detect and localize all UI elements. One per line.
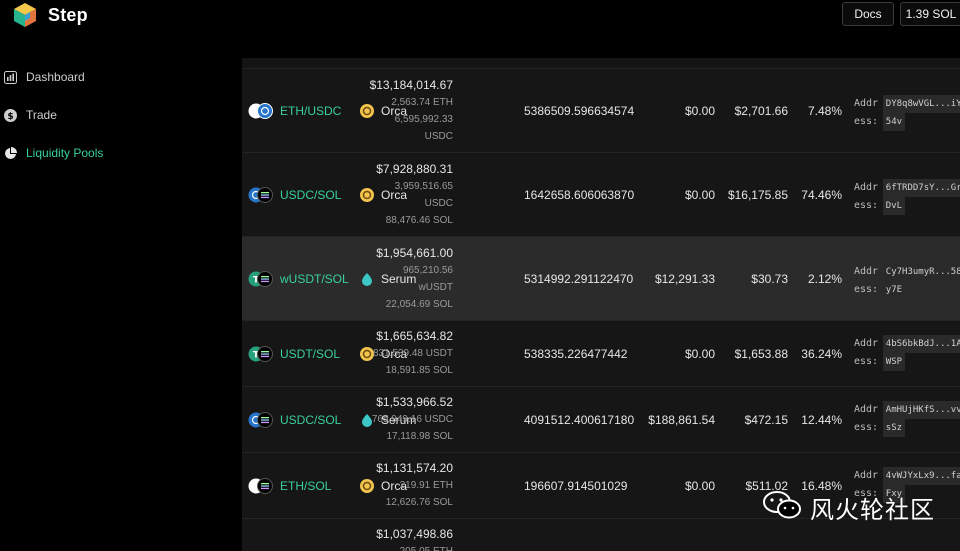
volume-value: $12,291.33 (654, 272, 715, 286)
serum-icon (360, 272, 374, 286)
usdc-sol-token-icon (248, 412, 274, 428)
volume-value: $188,861.54 (648, 413, 715, 427)
bar-chart-icon (4, 70, 17, 84)
usdt-sol-token-icon: T (248, 346, 274, 362)
svg-text:$: $ (7, 112, 13, 122)
eth-usdc-token-icon (248, 103, 274, 119)
table-row[interactable]: ETH/USDC Orca $13,184,014.67 2,563.74 ET… (242, 68, 960, 152)
orca-icon (360, 479, 374, 493)
fees-value: $16,175.85 (727, 188, 788, 202)
liquidity: $1,665,634.82 831,539.48 USDT 18,591.85 … (372, 329, 453, 376)
brand[interactable]: Step (12, 2, 88, 28)
pool-address[interactable]: Addr DY8q8wVGL...iYt ess: 54v (854, 95, 960, 131)
liquidity: $1,037,498.86 205.05 ETH (376, 527, 453, 551)
pool-pair[interactable]: ETH/USDC (280, 104, 341, 118)
watermark: 风火轮社区 (762, 490, 935, 525)
dollar-circle-icon: $ (4, 108, 17, 122)
sidebar: Dashboard $ Trade Liquidity Pools (0, 58, 242, 551)
pool-address[interactable]: Addr AmHUjHKfS...vv ess: sSz (854, 401, 960, 437)
liquidity: $1,131,574.20 219.91 ETH 12,626.76 SOL (376, 461, 453, 508)
table-row[interactable]: T USDT/SOL Orca $1,665,634.82 831,539.48… (242, 320, 960, 386)
supply: 5386509.596634574 (524, 104, 635, 118)
sidebar-item-label: Trade (26, 108, 57, 122)
fees-value: $1,653.88 (734, 347, 788, 361)
pool-pair[interactable]: wUSDT/SOL (280, 272, 349, 286)
volume-value: $0.00 (684, 188, 715, 202)
eth-sol-token-icon (248, 478, 274, 494)
pool-pair[interactable]: USDC/SOL (280, 413, 341, 427)
table-row[interactable]: USDC/SOL Serum $1,533,966.52 765,949.16 … (242, 386, 960, 452)
supply: 4091512.400617180 (524, 413, 635, 427)
sidebar-item-label: Dashboard (26, 70, 85, 84)
wechat-icon (762, 490, 802, 525)
pool-pair[interactable]: ETH/SOL (280, 479, 331, 493)
orca-icon (360, 188, 374, 202)
apy-value: 7.48% (807, 104, 842, 118)
volume-value: $0.00 (684, 104, 715, 118)
brand-name: Step (48, 4, 88, 25)
pools-table: ETH/USDC Orca $13,184,014.67 2,563.74 ET… (242, 58, 960, 551)
pool-pair[interactable]: USDT/SOL (280, 347, 340, 361)
supply: 5314992.291122470 (524, 272, 634, 286)
liquidity: $1,954,661.00 965,210.56 wUSDT 22,054.69… (376, 246, 453, 310)
table-row[interactable]: USDC/SOL Orca $7,928,880.31 3,959,516.65… (242, 152, 960, 236)
pool-address[interactable]: Addr 4bS6bkBdJ...1A ess: WSP (854, 335, 960, 371)
sidebar-item-liquidity-pools[interactable]: Liquidity Pools (4, 146, 103, 160)
liquidity: $1,533,966.52 765,949.16 USDC 17,118.98 … (371, 395, 453, 442)
supply: 538335.226477442 (524, 347, 628, 361)
table-row[interactable]: T wUSDT/SOL Serum $1,954,661.00 965,210.… (242, 236, 960, 320)
volume-value: $0.00 (684, 479, 715, 493)
apy-value: 74.46% (801, 188, 842, 202)
fees-value: $30.73 (751, 272, 788, 286)
docs-button[interactable]: Docs (842, 2, 894, 26)
supply: 1642658.606063870 (524, 188, 635, 202)
liquidity: $7,928,880.31 3,959,516.65 USDC 88,476.4… (376, 162, 453, 226)
apy-value: 2.12% (807, 272, 842, 286)
step-logo-icon (12, 2, 38, 28)
watermark-text: 风火轮社区 (810, 496, 935, 524)
fees-value: $2,701.66 (734, 104, 788, 118)
orca-icon (360, 347, 374, 361)
sidebar-item-label: Liquidity Pools (26, 146, 104, 160)
pool-address[interactable]: Addr 6fTRDD7sY...Gr ess: DvL (854, 179, 960, 215)
liquidity: $13,184,014.67 2,563.74 ETH 6,595,992.33… (369, 78, 453, 142)
volume-value: $0.00 (684, 347, 715, 361)
sidebar-item-dashboard[interactable]: Dashboard (4, 70, 85, 84)
wallet-balance-button[interactable]: 1.39 SOL (900, 2, 960, 26)
apy-value: 12.44% (801, 413, 842, 427)
pool-address[interactable]: Addr Cy7H3umyR...58 ess: y7E (854, 263, 960, 299)
top-bar: Step Docs 1.39 SOL (0, 0, 960, 58)
fees-value: $472.15 (744, 413, 788, 427)
wusdt-sol-token-icon: T (248, 271, 274, 287)
supply: 196607.914501029 (524, 479, 628, 493)
pool-pair[interactable]: USDC/SOL (280, 188, 341, 202)
apy-value: 36.24% (801, 347, 842, 361)
usdc-sol-token-icon (248, 187, 274, 203)
pie-chart-icon (4, 146, 17, 160)
sidebar-item-trade[interactable]: $ Trade (4, 108, 57, 122)
